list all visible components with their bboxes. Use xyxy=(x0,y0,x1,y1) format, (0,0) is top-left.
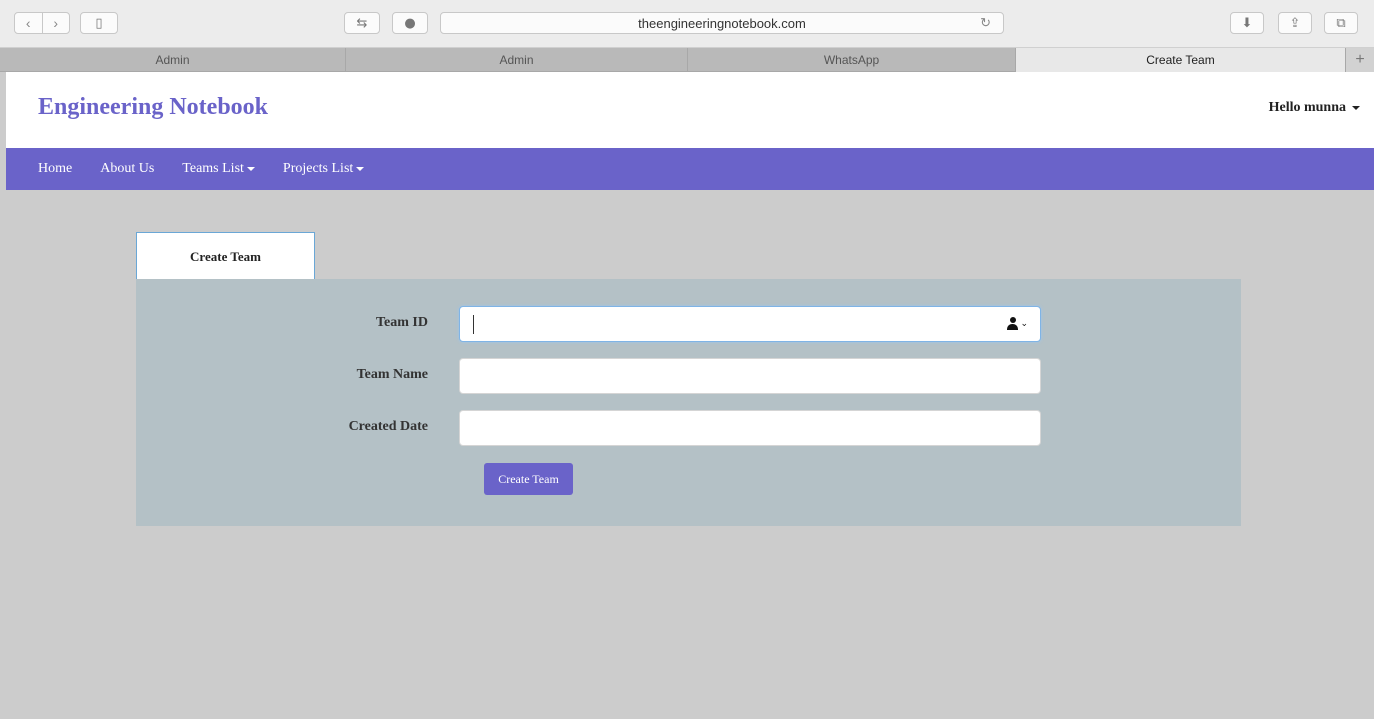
chevron-down-icon: ⌄ xyxy=(1020,317,1028,328)
browser-tabs: Admin Admin WhatsApp Create Team + xyxy=(0,48,1374,72)
browser-tab[interactable]: WhatsApp xyxy=(688,48,1016,72)
user-greeting: Hello munna xyxy=(1268,100,1346,115)
browser-tab[interactable]: Admin xyxy=(0,48,346,72)
caret-down-icon xyxy=(356,167,365,171)
contact-autofill-icon[interactable]: ⌄ xyxy=(1007,316,1028,330)
brand-logo[interactable]: Engineering Notebook xyxy=(38,94,268,121)
form-row-created-date: Created Date xyxy=(136,410,1241,446)
nav-label: Projects List xyxy=(282,161,354,176)
plus-icon: + xyxy=(1355,51,1365,68)
url-text: theengineeringnotebook.com xyxy=(638,15,806,31)
nav-home[interactable]: Home xyxy=(38,161,72,177)
tab-create-team[interactable]: Create Team xyxy=(136,232,315,280)
browser-tab-label: Create Team xyxy=(1146,53,1215,67)
site-header: Engineering Notebook Hello munna xyxy=(6,72,1374,148)
team-name-label: Team Name xyxy=(356,367,428,382)
browser-tab-label: Admin xyxy=(499,53,534,67)
team-id-input[interactable]: ⌄ xyxy=(459,306,1041,342)
browser-tab-label: WhatsApp xyxy=(823,53,880,67)
team-name-input[interactable] xyxy=(459,358,1041,394)
user-menu[interactable]: Hello munna xyxy=(1269,100,1360,116)
browser-toolbar: ‹ › ▯ ⇆ ● theengineeringnotebook.com ↻ ⬇… xyxy=(0,0,1374,48)
address-bar[interactable]: theengineeringnotebook.com ↻ xyxy=(440,12,1004,34)
created-date-input[interactable] xyxy=(459,410,1041,446)
sidebar-toggle-icon[interactable]: ▯ xyxy=(80,12,118,34)
created-date-label: Created Date xyxy=(348,419,428,434)
caret-down-icon xyxy=(246,167,255,171)
text-cursor xyxy=(473,315,474,334)
nav-label: Home xyxy=(38,161,73,176)
history-nav: ‹ › xyxy=(14,12,70,34)
form-row-team-id: Team ID ⌄ xyxy=(136,306,1241,342)
nav-projects-list[interactable]: Projects List xyxy=(282,161,365,177)
browser-tab[interactable]: Admin xyxy=(346,48,688,72)
caret-down-icon xyxy=(1352,106,1360,110)
new-tab-button[interactable]: + xyxy=(1346,48,1374,72)
downloads-icon[interactable]: ⬇ xyxy=(1230,12,1264,34)
main-content: Create Team Team ID ⌄ Team Name Created … xyxy=(6,190,1374,719)
person-icon xyxy=(1007,316,1019,330)
form-row-team-name: Team Name xyxy=(136,358,1241,394)
create-team-form: Team ID ⌄ Team Name Created Date Create … xyxy=(136,279,1241,526)
nav-about-us[interactable]: About Us xyxy=(100,161,154,177)
nav-teams-list[interactable]: Teams List xyxy=(182,161,255,177)
nav-label: About Us xyxy=(100,161,155,176)
team-id-label: Team ID xyxy=(376,315,428,330)
forward-icon[interactable]: › xyxy=(43,13,70,33)
share-tabs-icon[interactable]: ⇆ xyxy=(344,12,380,34)
browser-tab-label: Admin xyxy=(155,53,190,67)
content-blocker-icon[interactable]: ● xyxy=(392,12,428,34)
back-icon[interactable]: ‹ xyxy=(15,13,43,33)
tab-overview-icon[interactable]: ⧉ xyxy=(1324,12,1358,34)
main-nav: Home About Us Teams List Projects List xyxy=(6,148,1374,190)
share-icon[interactable]: ⇪ xyxy=(1278,12,1312,34)
create-team-button[interactable]: Create Team xyxy=(484,463,573,495)
nav-label: Teams List xyxy=(182,161,244,176)
browser-tab-active[interactable]: Create Team xyxy=(1016,48,1346,72)
reload-icon[interactable]: ↻ xyxy=(980,15,991,31)
